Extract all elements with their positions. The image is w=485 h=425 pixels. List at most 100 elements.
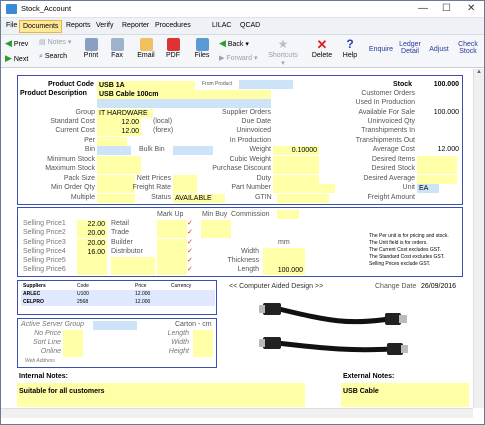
search-button[interactable]: ⌕ Search: [39, 53, 67, 61]
width-field[interactable]: [263, 248, 305, 257]
active-server-group-field[interactable]: [93, 321, 137, 330]
carton-height-field[interactable]: [193, 348, 213, 357]
files-button[interactable]: Files: [193, 38, 211, 59]
desired-items-field[interactable]: [417, 156, 457, 165]
freight-amount-label: Freight Amount: [367, 194, 415, 201]
price6-check-icon[interactable]: ✓: [187, 265, 193, 273]
prev-button[interactable]: ◀ Prev: [5, 38, 28, 49]
table-row[interactable]: [21, 290, 215, 298]
forward-arrow-icon: ▶: [219, 55, 225, 62]
menu-file[interactable]: File: [3, 20, 20, 33]
price4-check-icon[interactable]: ✓: [187, 247, 193, 255]
selling-price5-name-field[interactable]: [111, 257, 155, 266]
selling-price4-field[interactable]: 16.00: [77, 248, 107, 257]
group-field[interactable]: IT HARDWARE: [97, 109, 153, 118]
selling-price6-name-field[interactable]: [111, 266, 155, 275]
desired-average-field[interactable]: [417, 175, 457, 184]
duty-field[interactable]: [273, 175, 319, 184]
minimum-stock-label: Minimum Stock: [47, 156, 95, 163]
gtin-field[interactable]: [277, 194, 329, 203]
check-stock-button[interactable]: Check Stock: [456, 41, 480, 55]
pdf-button[interactable]: PDF: [165, 38, 181, 59]
length-field[interactable]: 100.000: [263, 266, 305, 275]
menu-documents[interactable]: Documents: [19, 20, 63, 33]
price1-check-icon[interactable]: ✓: [187, 219, 193, 227]
selling-price6-field[interactable]: [77, 266, 107, 275]
status-field[interactable]: AVAILABLE: [173, 194, 225, 203]
external-notes-field[interactable]: USB Cable: [341, 383, 469, 407]
no-price-field[interactable]: [63, 330, 83, 339]
selling-price3-field[interactable]: 20.00: [77, 239, 107, 248]
help-button[interactable]: ? Help: [341, 38, 359, 60]
table-row[interactable]: [21, 298, 215, 306]
online-field[interactable]: [63, 348, 83, 357]
available-for-sale-label: Available For Sale: [358, 109, 415, 116]
close-button[interactable]: ✕: [467, 3, 475, 14]
enquire-button[interactable]: Enquire: [368, 46, 394, 53]
cubic-weight-field[interactable]: [273, 156, 319, 165]
price2-check-icon[interactable]: ✓: [187, 228, 193, 236]
unit-field[interactable]: EA: [417, 184, 439, 193]
sort-line-field[interactable]: [63, 339, 83, 348]
stock-label: Stock: [459, 48, 477, 55]
menu-lilac[interactable]: LILAC: [209, 20, 234, 33]
adjust-button[interactable]: Adjust: [427, 46, 451, 53]
horizontal-scrollbar[interactable]: [1, 408, 473, 418]
minimize-button[interactable]: —: [418, 3, 428, 14]
mark-up-field[interactable]: [157, 220, 187, 238]
product-code-field[interactable]: USB 1A: [97, 81, 195, 90]
menu-reports[interactable]: Reports: [63, 20, 94, 33]
freight-rate-label: Freight Rate: [132, 184, 171, 191]
delete-button[interactable]: ✕ Delete: [310, 38, 334, 59]
forward-button[interactable]: ▶ Forward ▾: [219, 54, 258, 62]
current-cost-field[interactable]: 12.00: [97, 127, 141, 136]
weight-field[interactable]: 0.10000: [273, 146, 319, 155]
per-field[interactable]: [97, 137, 127, 146]
email-button[interactable]: Email: [135, 38, 157, 59]
selling-price2-field[interactable]: 20.00: [77, 229, 107, 238]
selling-price3-label: Selling Price3: [23, 239, 66, 246]
notes-label: Notes: [47, 39, 66, 46]
product-description-field[interactable]: USB Cable 100cm: [97, 90, 271, 99]
email-icon: [139, 38, 153, 51]
min-buy-field[interactable]: [201, 220, 231, 238]
minimum-stock-field[interactable]: [97, 156, 141, 165]
maximum-stock-field[interactable]: [97, 165, 141, 174]
commission-field[interactable]: [277, 210, 299, 219]
pdf-label: PDF: [166, 52, 180, 59]
selling-price5-field[interactable]: [77, 257, 107, 266]
purchase-discount-field[interactable]: [273, 165, 319, 174]
internal-notes-field[interactable]: Suitable for all customers: [17, 383, 305, 407]
fax-button[interactable]: Fax: [109, 38, 125, 59]
computer-aided-design-link[interactable]: << Computer Aided Design >>: [229, 283, 323, 290]
notes-button[interactable]: ▤ Notes ▾: [39, 38, 71, 46]
shortcuts-button[interactable]: ★ Shortcuts ▾: [267, 38, 299, 68]
carton-length-field[interactable]: [193, 330, 213, 339]
back-button[interactable]: ◀ Back ▾: [219, 38, 249, 49]
desired-stock-field[interactable]: [417, 165, 457, 174]
menu-reporter[interactable]: Reporter: [119, 20, 152, 33]
bin-field[interactable]: [97, 146, 131, 155]
next-button[interactable]: ▶ Next: [5, 53, 28, 64]
maximize-button[interactable]: ☐: [442, 3, 451, 14]
part-number-field[interactable]: [273, 184, 335, 193]
menu-qcad[interactable]: QCAD: [237, 20, 263, 33]
price3-check-icon[interactable]: ✓: [187, 238, 193, 246]
carton-length-label: Length: [167, 330, 189, 337]
product-description-field-2[interactable]: [97, 99, 271, 108]
mark-up-field-2[interactable]: [157, 239, 187, 275]
scroll-up-icon[interactable]: ▲: [474, 69, 484, 75]
duty-label: Duty: [256, 175, 271, 182]
standard-cost-field[interactable]: 12.00: [97, 118, 141, 127]
selling-price1-field[interactable]: 22.00: [77, 220, 107, 229]
carton-width-field[interactable]: [193, 339, 213, 348]
thickness-field[interactable]: [263, 257, 305, 266]
vertical-scrollbar[interactable]: ▲: [473, 69, 484, 408]
prev-arrow-icon: ◀: [5, 38, 12, 48]
from-product-field[interactable]: [239, 80, 293, 89]
menu-verify[interactable]: Verify: [93, 20, 117, 33]
ledger-detail-button[interactable]: Ledger Detail: [398, 41, 422, 55]
menu-procedures[interactable]: Procedures: [152, 20, 194, 33]
print-button[interactable]: Print: [81, 38, 101, 59]
price5-check-icon[interactable]: ✓: [187, 256, 193, 264]
